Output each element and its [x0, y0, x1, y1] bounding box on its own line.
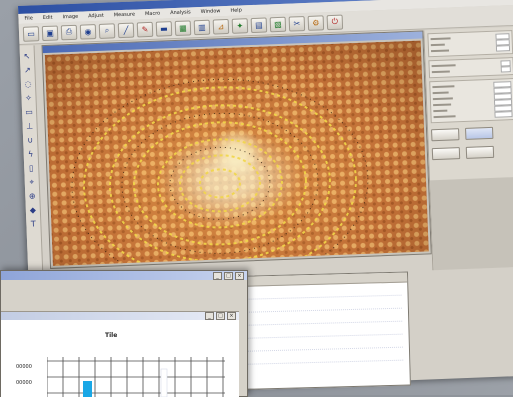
chart-window-title-bar[interactable]: _ □ ×	[1, 271, 247, 280]
rect-icon[interactable]: ▬	[155, 20, 173, 37]
magnet-icon[interactable]: ∪	[25, 135, 35, 145]
eyedropper-icon[interactable]: ⊥	[24, 121, 34, 131]
print-icon[interactable]: ⎙	[60, 24, 78, 40]
properties-panel	[423, 26, 513, 271]
overlay-ring-5	[108, 104, 331, 263]
maximize-icon[interactable]: □	[216, 312, 225, 320]
histogram-icon[interactable]: ▥	[193, 19, 211, 35]
exit-icon[interactable]: ⏻	[326, 14, 344, 30]
menu-macro[interactable]: Macro	[145, 11, 160, 18]
measurement-overlay	[71, 78, 369, 266]
new-icon[interactable]: ▭	[22, 25, 40, 42]
wand-icon[interactable]: ✧	[23, 93, 33, 103]
brush-icon[interactable]: ϟ	[26, 149, 36, 159]
overlay-ring-3	[156, 138, 283, 229]
log-line[interactable]	[243, 298, 402, 313]
menu-analysis[interactable]: Analysis	[170, 9, 191, 16]
panel-input[interactable]	[500, 66, 511, 73]
panel-field	[433, 103, 452, 107]
panel-group-1	[427, 30, 513, 58]
y-tick-label: 00000	[16, 380, 32, 386]
measure-icon[interactable]: ⊿	[212, 18, 230, 35]
menu-window[interactable]: Window	[201, 8, 221, 15]
panel-field	[432, 97, 453, 101]
stamp-icon[interactable]: ⊕	[27, 191, 37, 201]
minimize-icon[interactable]: _	[213, 271, 222, 280]
panel-button-row	[428, 123, 513, 164]
palette-icon[interactable]: ✦	[231, 17, 249, 34]
pin-icon[interactable]: ⌖	[27, 177, 37, 187]
chart-panel-title-bar[interactable]: _ □ ×	[1, 312, 239, 320]
settings-icon[interactable]: ⚙	[307, 14, 325, 31]
log-line[interactable]	[243, 285, 402, 300]
crop-icon[interactable]: ✂	[288, 15, 306, 32]
panel-button-options[interactable]	[465, 126, 494, 140]
overlay-ring-6	[83, 86, 357, 266]
maximize-icon[interactable]: □	[224, 271, 233, 280]
fill-icon[interactable]: ◆	[28, 205, 38, 215]
overlay-ring-1	[198, 168, 241, 199]
log-line[interactable]	[244, 337, 403, 352]
panel-field	[431, 64, 456, 68]
menu-measure[interactable]: Measure	[114, 12, 135, 19]
menu-image[interactable]: Image	[62, 14, 78, 21]
panel-field	[433, 109, 448, 113]
log-line[interactable]	[244, 324, 403, 339]
chart-title: Tile	[105, 332, 118, 339]
log-window	[236, 271, 411, 390]
log-line[interactable]	[244, 311, 403, 326]
pointer-icon[interactable]: ↖	[22, 52, 32, 62]
chart-grid	[47, 357, 225, 397]
menu-help[interactable]: Help	[230, 7, 242, 13]
filter-icon[interactable]: ▧	[269, 16, 287, 32]
minimize-icon[interactable]: _	[205, 312, 214, 320]
menu-adjust[interactable]: Adjust	[88, 13, 104, 20]
honeycomb-image[interactable]	[44, 40, 429, 266]
panel-field	[430, 43, 445, 47]
layers-icon[interactable]: ▤	[250, 16, 268, 33]
panel-button-reset[interactable]	[431, 147, 461, 161]
menu-file[interactable]: File	[24, 15, 33, 21]
save-icon[interactable]: ▣	[41, 24, 59, 41]
panel-field	[432, 85, 455, 89]
pen-icon[interactable]: ✎	[136, 21, 154, 37]
panel-button-apply[interactable]	[431, 128, 460, 142]
ruler-icon[interactable]: ▭	[24, 107, 34, 117]
chart-window: _ □ × _ □ × Tile 00000 00000	[0, 270, 248, 397]
eraser-icon[interactable]: ▯	[26, 163, 36, 173]
panel-group-2	[428, 57, 513, 79]
text-icon[interactable]: T	[28, 219, 38, 229]
panel-button-close[interactable]	[465, 145, 495, 159]
y-tick-label: 00000	[16, 364, 32, 370]
overlay-dark-ring-1	[169, 146, 271, 220]
grid-icon[interactable]: ▦	[174, 19, 192, 36]
close-icon[interactable]: ×	[227, 312, 236, 320]
line-icon[interactable]: ╱	[117, 22, 135, 38]
panel-input[interactable]	[494, 111, 513, 118]
panel-field	[431, 70, 450, 74]
panel-field	[431, 49, 450, 53]
panel-field	[430, 37, 451, 41]
overlay-ring-2	[178, 154, 261, 213]
arrow-icon[interactable]: ↗	[22, 65, 32, 75]
lasso-icon[interactable]: ◌	[23, 79, 33, 89]
panel-empty-area	[429, 176, 513, 271]
panel-field	[432, 91, 449, 95]
close-icon[interactable]: ×	[235, 271, 244, 280]
panel-group-3	[429, 78, 513, 124]
log-line[interactable]	[245, 350, 404, 365]
panel-field	[433, 115, 456, 119]
panel-input[interactable]	[495, 45, 511, 52]
menu-edit[interactable]: Edit	[43, 15, 53, 21]
log-window-toolbar	[237, 272, 408, 287]
camera-icon[interactable]: ◉	[79, 23, 97, 40]
zoom-icon[interactable]: ⌕	[98, 22, 116, 39]
overlay-dark-ring-2	[121, 112, 319, 254]
chart-bar	[160, 368, 168, 397]
image-document	[41, 30, 432, 269]
chart-panel: _ □ × Tile 00000 00000	[1, 311, 239, 397]
